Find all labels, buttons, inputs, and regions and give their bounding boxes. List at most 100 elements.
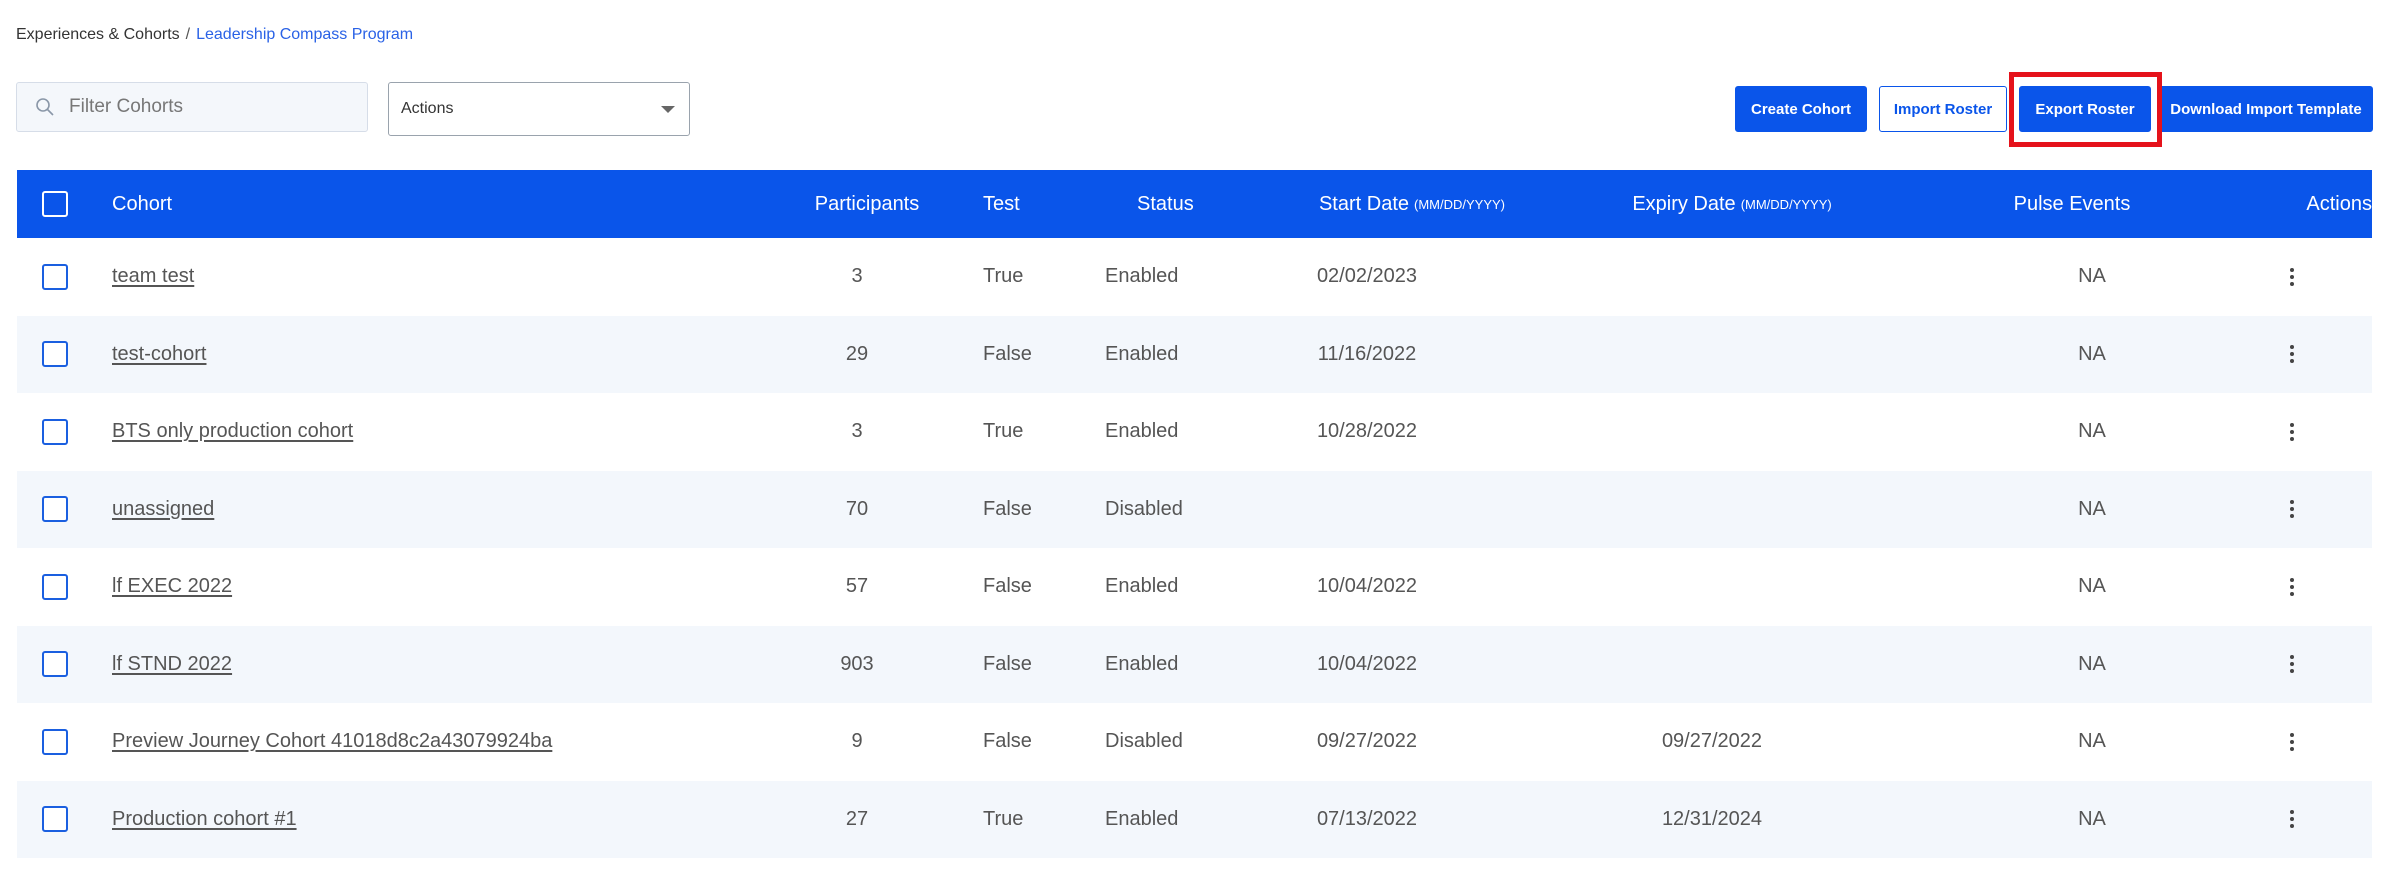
header-expiry-date-label: Expiry Date — [1632, 192, 1736, 215]
chevron-down-icon — [661, 105, 675, 113]
row-select-cell — [42, 471, 72, 549]
row-pulse-events: NA — [2078, 497, 2106, 520]
row-select-cell — [42, 393, 72, 471]
row-select-cell — [42, 626, 72, 704]
row-test: True — [983, 265, 1024, 288]
kebab-menu-icon[interactable] — [2289, 422, 2295, 441]
cohort-link[interactable]: Preview Journey Cohort 41018d8c2a4307992… — [112, 730, 552, 753]
select-all-checkbox[interactable] — [42, 191, 68, 217]
create-cohort-button[interactable]: Create Cohort — [1735, 86, 1867, 132]
row-checkbox[interactable] — [42, 651, 68, 678]
header-cohort[interactable]: Cohort — [112, 170, 172, 238]
row-status: Enabled — [1105, 575, 1179, 598]
breadcrumb: Experiences & Cohorts / Leadership Compa… — [16, 26, 413, 44]
row-checkbox[interactable] — [42, 573, 68, 600]
header-participants[interactable]: Participants — [787, 170, 947, 238]
row-actions-cell — [2272, 626, 2312, 704]
row-checkbox[interactable] — [42, 418, 68, 445]
table-row: team test 3 True Enabled 02/02/2023 NA — [17, 238, 2372, 316]
kebab-menu-icon[interactable] — [2289, 655, 2295, 674]
header-pulse-events[interactable]: Pulse Events — [1932, 170, 2212, 238]
row-checkbox[interactable] — [42, 728, 68, 755]
import-roster-button[interactable]: Import Roster — [1879, 86, 2007, 132]
row-participants: 9 — [851, 730, 863, 753]
header-start-date[interactable]: Start Date (MM/DD/YYYY) — [1272, 170, 1552, 238]
breadcrumb-current[interactable]: Leadership Compass Program — [196, 26, 413, 44]
kebab-menu-icon[interactable] — [2289, 732, 2295, 751]
header-status[interactable]: Status — [1137, 170, 1194, 238]
download-import-template-button[interactable]: Download Import Template — [2159, 86, 2373, 132]
row-start-date: 11/16/2022 — [1317, 342, 1417, 365]
row-cohort-cell: Preview Journey Cohort 41018d8c2a4307992… — [112, 703, 552, 781]
row-select-cell — [42, 703, 72, 781]
kebab-menu-icon[interactable] — [2289, 577, 2295, 596]
table-row: lf STND 2022 903 False Enabled 10/04/202… — [17, 625, 2372, 704]
cohort-link[interactable]: team test — [112, 265, 194, 288]
cohorts-table: Cohort Participants Test Status Start Da… — [17, 170, 2372, 860]
breadcrumb-separator: / — [185, 26, 191, 43]
header-expiry-date-hint: (MM/DD/YYYY) — [1740, 196, 1832, 212]
row-participants: 57 — [845, 575, 869, 598]
row-actions-cell — [2272, 316, 2312, 394]
row-participants: 3 — [851, 265, 863, 288]
row-checkbox[interactable] — [42, 341, 68, 368]
row-test: False — [983, 497, 1032, 520]
cohort-link[interactable]: Production cohort #1 — [112, 808, 297, 831]
row-status: Enabled — [1105, 807, 1179, 830]
header-expiry-date[interactable]: Expiry Date (MM/DD/YYYY) — [1572, 170, 1892, 238]
row-participants: 3 — [851, 420, 863, 443]
row-pulse-events: NA — [2078, 420, 2106, 443]
row-expiry-date — [1552, 393, 1872, 471]
table-row: lf EXEC 2022 57 False Enabled 10/04/2022… — [17, 548, 2372, 626]
row-checkbox[interactable] — [42, 263, 68, 290]
row-expiry-date: 12/31/2024 — [1661, 807, 1763, 830]
export-roster-button[interactable]: Export Roster — [2019, 86, 2151, 132]
row-actions-cell — [2272, 781, 2312, 859]
cohort-link[interactable]: BTS only production cohort — [112, 420, 353, 443]
kebab-menu-icon[interactable] — [2289, 267, 2295, 286]
search-icon — [35, 97, 55, 117]
row-status: Disabled — [1105, 730, 1183, 753]
row-expiry-date: 09/27/2022 — [1661, 730, 1763, 753]
cohort-link[interactable]: unassigned — [112, 498, 214, 521]
cohort-link[interactable]: lf EXEC 2022 — [112, 575, 232, 598]
row-start-date: 10/28/2022 — [1316, 420, 1418, 443]
row-select-cell — [42, 781, 72, 859]
cohort-link[interactable]: test-cohort — [112, 343, 206, 366]
table-row: unassigned 70 False Disabled NA — [17, 470, 2372, 549]
row-cohort-cell: BTS only production cohort — [112, 393, 353, 471]
row-checkbox[interactable] — [42, 806, 68, 833]
row-checkbox[interactable] — [42, 496, 68, 523]
row-participants: 29 — [845, 342, 869, 365]
header-test[interactable]: Test — [983, 170, 1020, 238]
header-start-date-label: Start Date — [1318, 192, 1410, 215]
kebab-menu-icon[interactable] — [2289, 500, 2295, 519]
row-start-date: 10/04/2022 — [1316, 575, 1418, 598]
row-pulse-events: NA — [2078, 730, 2106, 753]
row-actions-cell — [2272, 548, 2312, 626]
row-participants: 903 — [840, 652, 874, 675]
row-start-date: 09/27/2022 — [1316, 730, 1418, 753]
filter-cohorts-box — [16, 82, 368, 132]
kebab-menu-icon[interactable] — [2289, 810, 2295, 829]
actions-dropdown[interactable]: Actions — [388, 82, 690, 136]
row-status: Enabled — [1105, 342, 1179, 365]
row-pulse-events: NA — [2078, 342, 2106, 365]
row-status: Disabled — [1105, 497, 1183, 520]
filter-cohorts-input[interactable] — [69, 96, 349, 118]
row-cohort-cell: unassigned — [112, 471, 214, 549]
row-test: False — [983, 575, 1032, 598]
table-body: team test 3 True Enabled 02/02/2023 NA t… — [17, 238, 2372, 858]
row-start-date: 07/13/2022 — [1316, 807, 1418, 830]
row-cohort-cell: lf STND 2022 — [112, 626, 232, 704]
table-row: Production cohort #1 27 True Enabled 07/… — [17, 780, 2372, 859]
row-test: False — [983, 652, 1032, 675]
row-start-date: 10/04/2022 — [1316, 652, 1418, 675]
row-participants: 70 — [845, 497, 869, 520]
row-status: Enabled — [1105, 420, 1179, 443]
table-row: BTS only production cohort 3 True Enable… — [17, 393, 2372, 471]
table-header: Cohort Participants Test Status Start Da… — [17, 170, 2372, 238]
kebab-menu-icon[interactable] — [2289, 345, 2295, 364]
cohort-link[interactable]: lf STND 2022 — [112, 653, 232, 676]
breadcrumb-parent[interactable]: Experiences & Cohorts — [16, 26, 180, 44]
